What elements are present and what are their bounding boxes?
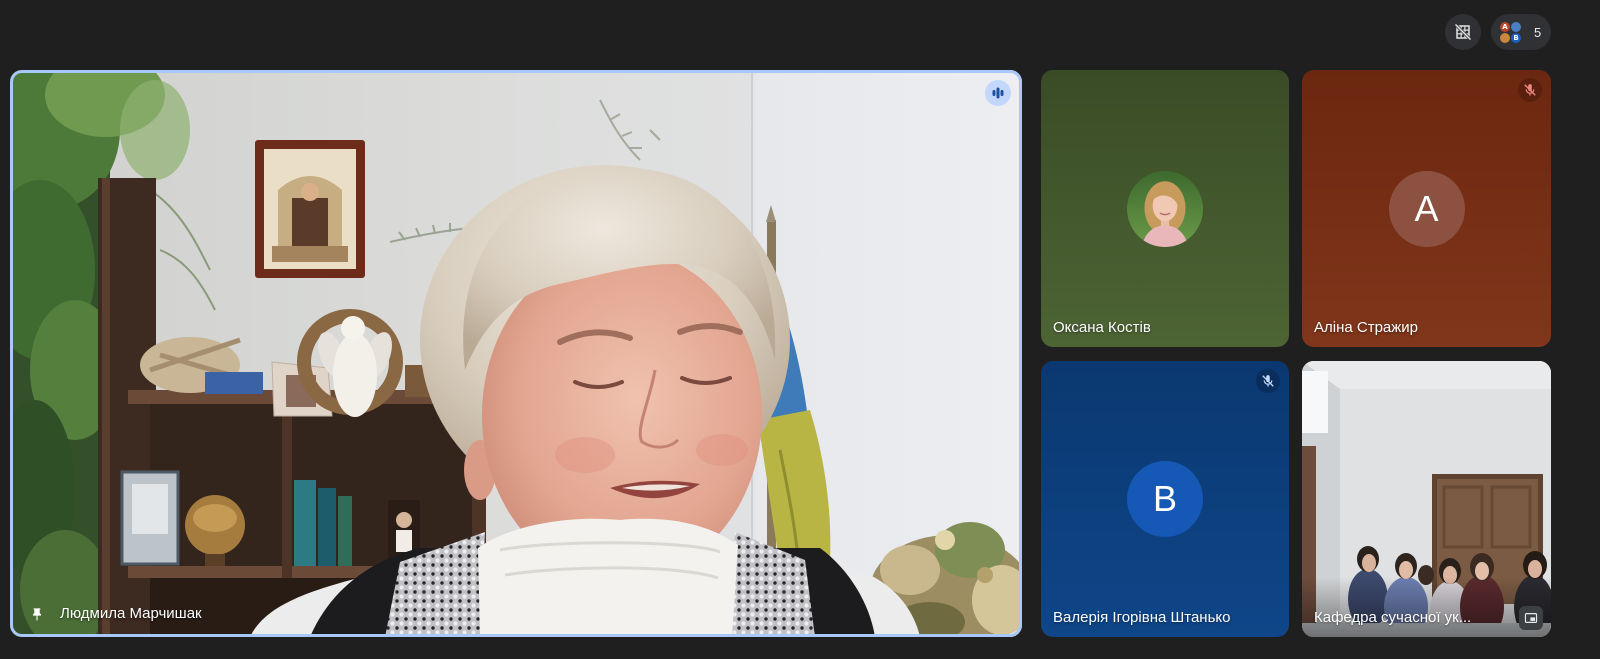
participant-name: Оксана Костів <box>1053 319 1151 336</box>
main-participant-tile[interactable]: Людмила Марчишак <box>10 70 1022 637</box>
audio-level-icon <box>992 87 1004 99</box>
name-shade <box>1302 577 1551 637</box>
speaking-indicator <box>985 80 1011 106</box>
participant-name: Людмила Марчишак <box>60 605 202 622</box>
icon-frame <box>255 140 365 278</box>
profile-photo <box>1127 170 1203 247</box>
picture-in-picture-button[interactable] <box>1519 606 1543 630</box>
participant-tile[interactable]: Кафедра сучасної ук... <box>1302 361 1551 637</box>
pin-icon[interactable] <box>29 607 45 623</box>
participant-name: Валерія Ігорівна Штанько <box>1053 609 1231 626</box>
mini-avatar <box>1500 32 1510 43</box>
avatar: В <box>1127 461 1203 537</box>
mini-avatar: В <box>1511 32 1521 43</box>
participant-avatar-stack: А В <box>1500 21 1521 43</box>
mic-off-icon <box>1524 84 1536 96</box>
mini-avatar <box>1511 21 1521 32</box>
participant-tile[interactable]: А Аліна Стражир <box>1302 70 1551 347</box>
mic-off-icon <box>1262 375 1274 387</box>
speaker-video <box>10 70 1022 637</box>
mic-status <box>1518 78 1542 102</box>
grid-off-button[interactable] <box>1445 14 1481 50</box>
avatar: А <box>1388 170 1465 247</box>
mic-status <box>1256 369 1280 393</box>
participant-tile[interactable]: Оксана Костів <box>1041 70 1289 347</box>
participant-name: Аліна Стражир <box>1314 319 1419 336</box>
participants-button[interactable]: А В 5 <box>1491 14 1551 50</box>
picture-in-picture-icon <box>1524 613 1538 623</box>
grid-off-icon <box>1454 23 1472 41</box>
participant-count: 5 <box>1534 24 1542 40</box>
participant-name: Кафедра сучасної ук... <box>1314 609 1472 626</box>
participant-tile[interactable]: В Валерія Ігорівна Штанько <box>1041 361 1289 637</box>
mini-avatar: А <box>1500 21 1510 32</box>
avatar <box>1127 170 1203 247</box>
